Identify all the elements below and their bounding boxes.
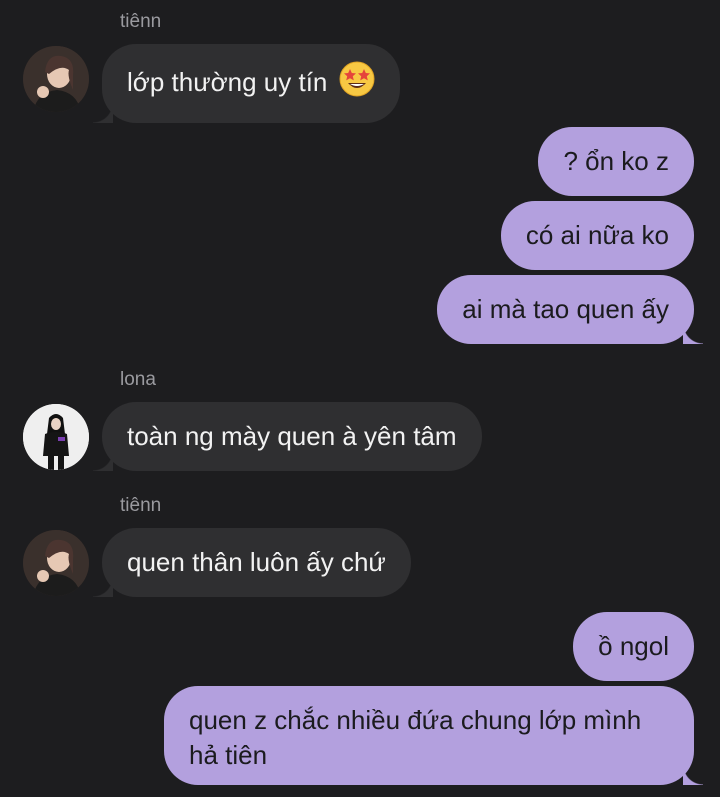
message-text: có ai nữa ko [525, 220, 669, 250]
message-bubble-outgoing[interactable]: ai mà tao quen ấy [437, 275, 703, 344]
avatar-tienn[interactable] [23, 46, 89, 112]
sender-name: tiênn [120, 495, 162, 516]
message-bubble-outgoing[interactable]: có ai nữa ko [500, 201, 694, 270]
sender-name: tiênn [120, 11, 162, 32]
message-text: ai mà tao quen ấy [462, 294, 669, 324]
avatar-lona[interactable] [23, 404, 89, 470]
message-text: quen thân luôn ấy chứ [127, 547, 386, 577]
message-text: lớp thường uy tín [127, 67, 328, 97]
message-text: quen z chắc nhiều đứa chung lớp mình hả … [189, 705, 642, 770]
message-text: ? ổn ko z [563, 146, 669, 176]
message-bubble-incoming[interactable]: toàn ng mày quen à yên tâm [93, 402, 482, 471]
message-text: toàn ng mày quen à yên tâm [127, 421, 457, 451]
message-bubble-incoming[interactable]: lớp thường uy tín [93, 44, 400, 123]
message-bubble-outgoing[interactable]: ồ ngol [573, 612, 694, 681]
avatar-tienn[interactable] [23, 530, 89, 596]
message-bubble-outgoing[interactable]: ? ổn ko z [538, 127, 694, 196]
message-text: ồ ngol [598, 631, 669, 661]
star-struck-emoji-icon [339, 61, 375, 106]
sender-name: lona [120, 369, 156, 390]
message-bubble-outgoing[interactable]: quen z chắc nhiều đứa chung lớp mình hả … [164, 686, 703, 785]
message-bubble-incoming[interactable]: quen thân luôn ấy chứ [93, 528, 411, 597]
